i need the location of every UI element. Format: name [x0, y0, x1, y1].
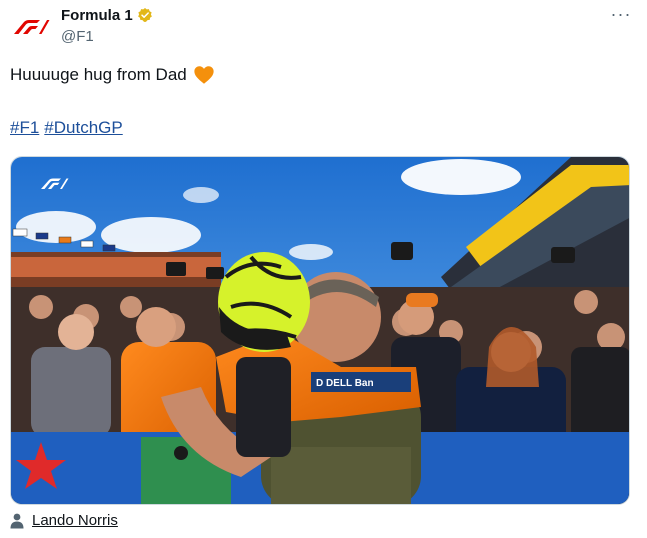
more-options-icon[interactable]: ··· [608, 4, 634, 24]
author-handle[interactable]: @F1 [61, 28, 153, 45]
hashtag-list: #F1 #DutchGP [10, 118, 123, 138]
tagged-person-link[interactable]: Lando Norris [32, 512, 118, 529]
tagged-people: Lando Norris [10, 512, 118, 529]
author-display-name[interactable]: Formula 1 [61, 7, 133, 24]
tweet-text: Huuuuge hug from Dad [10, 64, 215, 86]
tweet-body: Huuuuge hug from Dad [10, 65, 187, 84]
author-avatar[interactable] [8, 10, 52, 44]
orange-heart-icon [194, 66, 214, 84]
f1-logo-icon [14, 20, 50, 34]
svg-text:D DELL Ban: D DELL Ban [316, 378, 374, 389]
hashtag-dutchgp[interactable]: #DutchGP [44, 118, 122, 138]
tweet-card[interactable]: Formula 1 @F1 ··· Huuuuge hug from Dad #… [0, 0, 647, 538]
tweet-photo[interactable]: D DELL Ban [10, 156, 630, 505]
hashtag-f1[interactable]: #F1 [10, 118, 39, 138]
verified-badge-icon [137, 8, 152, 22]
photo-illustration: D DELL Ban [11, 157, 629, 504]
author-info: Formula 1 @F1 [61, 4, 153, 45]
person-icon [10, 513, 24, 528]
